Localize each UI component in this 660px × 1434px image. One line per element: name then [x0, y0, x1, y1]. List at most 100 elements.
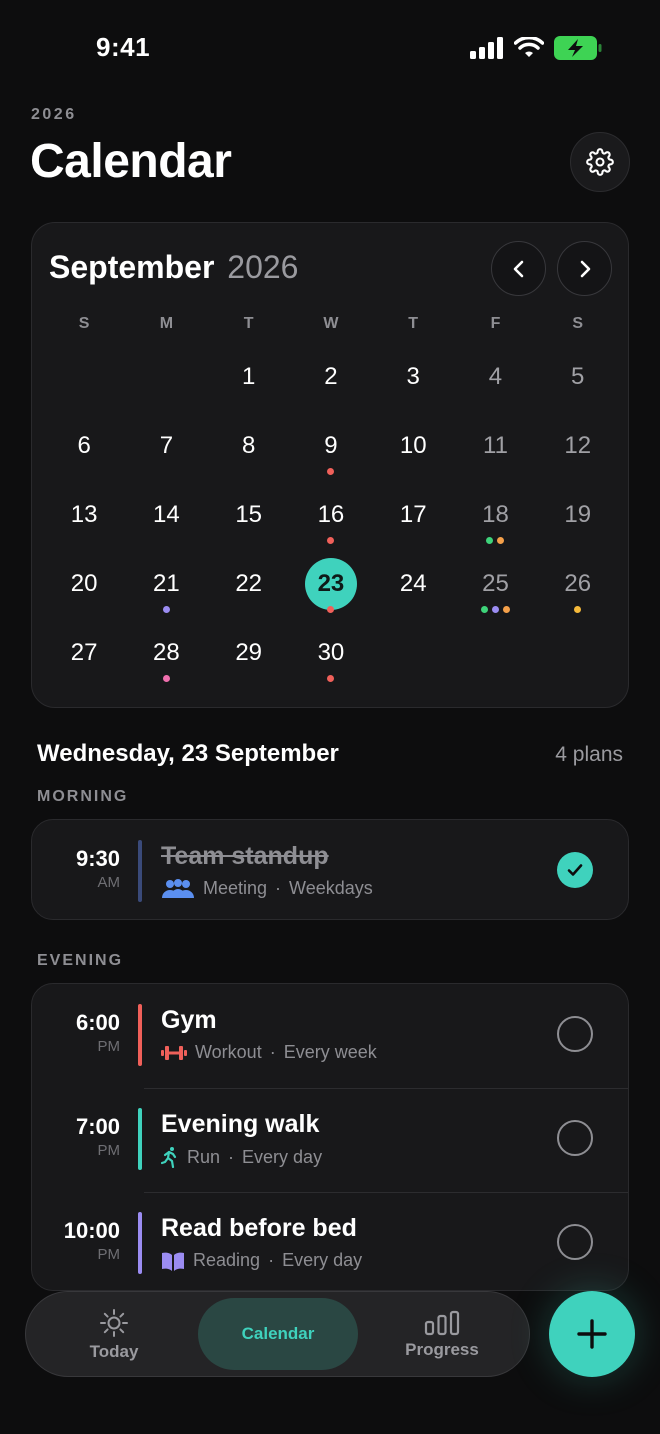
day-cell[interactable]: 30 [290, 620, 372, 689]
day-cell[interactable]: 17 [372, 482, 454, 551]
plan-row[interactable]: 9:30 AM Team standup Meeting · Weekdays [32, 820, 628, 918]
day-cell[interactable]: 14 [125, 482, 207, 551]
day-number: 2 [324, 363, 338, 390]
event-dot [327, 468, 335, 475]
page-title: Calendar [30, 135, 232, 188]
plan-time-value: 9:30 [75, 846, 120, 871]
day-cell[interactable]: 21 [125, 551, 207, 620]
cellular-signal-icon [470, 37, 503, 59]
month-name: September [49, 249, 215, 285]
plan-category: Run [187, 1146, 221, 1167]
tab-calendar[interactable]: Calendar [198, 1298, 358, 1370]
plan-row[interactable]: 6:00 PM Gym Workout · Every week [32, 984, 628, 1088]
day-cell[interactable]: 5 [537, 344, 619, 413]
plan-time-ampm: PM [97, 1038, 121, 1055]
day-cell[interactable]: 11 [454, 413, 536, 482]
day-cell[interactable]: 18 [454, 482, 536, 551]
add-plan-button[interactable] [549, 1291, 635, 1377]
event-dot [491, 606, 499, 613]
book-icon [161, 1251, 185, 1271]
day-number: 7 [159, 432, 174, 459]
plan-repeat: Every day [282, 1250, 363, 1270]
plan-title: Read before bed [161, 1214, 357, 1242]
event-dot [497, 537, 505, 544]
day-number: 29 [235, 639, 263, 666]
day-cell[interactable]: 12 [537, 413, 619, 482]
plan-complete-toggle[interactable] [557, 1120, 593, 1156]
bar-chart-icon [424, 1310, 460, 1336]
day-number: 1 [241, 363, 256, 390]
day-number: 6 [77, 432, 91, 459]
plan-time-ampm: AM [97, 874, 121, 891]
day-number: 21 [153, 570, 180, 597]
plan-row[interactable]: 7:00 PM Evening walk Run · Every day [32, 1088, 628, 1192]
weekday-header: SMTWTFS [43, 315, 619, 333]
plan-time: 10:00 PM [32, 1218, 120, 1263]
tab-today[interactable]: Today [66, 1292, 162, 1378]
plan-complete-toggle[interactable] [557, 852, 593, 888]
previous-month-button[interactable] [491, 241, 546, 296]
day-cell[interactable]: 2 [290, 344, 372, 413]
day-number: 18 [482, 501, 509, 528]
event-dots [454, 537, 536, 544]
plan-meta: Run · Every day [161, 1146, 322, 1168]
day-cell[interactable]: 20 [43, 551, 125, 620]
day-cell[interactable]: 7 [125, 413, 207, 482]
tab-bar: Today Calendar Progress [25, 1291, 530, 1377]
selected-day-cell[interactable]: 23 [290, 551, 372, 620]
day-cell[interactable]: 24 [372, 551, 454, 620]
selected-day-heading: Wednesday, 23 September [37, 740, 339, 767]
day-cell[interactable]: 29 [208, 620, 290, 689]
tab-today-label: Today [89, 1342, 139, 1361]
days-grid: 1 2 3 4 5 6 7 8 9 10 11 12 13 14 15 16 17 18 19 20 21 22 23 24 2… [43, 344, 619, 689]
tab-progress-label: Progress [405, 1340, 479, 1359]
day-cell[interactable]: 28 [125, 620, 207, 689]
plan-complete-toggle[interactable] [557, 1224, 593, 1260]
settings-button[interactable] [570, 132, 630, 192]
event-dots [454, 606, 536, 613]
event-dot [574, 606, 582, 613]
day-cell[interactable]: 1 [208, 344, 290, 413]
plan-meta: Meeting · Weekdays [161, 878, 373, 899]
plan-title: Gym [161, 1006, 217, 1034]
day-number: 14 [153, 501, 180, 528]
day-cell[interactable]: 3 [372, 344, 454, 413]
event-dots [290, 468, 372, 475]
event-dot [486, 537, 494, 544]
day-number: 19 [564, 501, 592, 528]
day-number: 25 [482, 570, 509, 597]
event-dots [125, 675, 207, 682]
empty-day-cell [43, 344, 125, 413]
plan-title: Team standup [161, 842, 329, 870]
day-cell[interactable]: 16 [290, 482, 372, 551]
day-cell[interactable]: 13 [43, 482, 125, 551]
day-cell[interactable]: 10 [372, 413, 454, 482]
day-cell[interactable]: 26 [537, 551, 619, 620]
day-cell[interactable]: 9 [290, 413, 372, 482]
day-cell[interactable]: 22 [208, 551, 290, 620]
day-cell[interactable]: 25 [454, 551, 536, 620]
next-month-button[interactable] [557, 241, 612, 296]
day-cell[interactable]: 15 [208, 482, 290, 551]
day-cell[interactable]: 27 [43, 620, 125, 689]
day-cell[interactable]: 4 [454, 344, 536, 413]
meta-separator: · [275, 878, 282, 898]
plan-time-ampm: PM [97, 1142, 121, 1159]
chevron-left-icon [513, 260, 523, 277]
event-dots [290, 606, 372, 613]
day-cell[interactable]: 19 [537, 482, 619, 551]
morning-plans: 9:30 AM Team standup Meeting · Weekdays [31, 819, 629, 920]
weekday-label: T [243, 315, 254, 332]
plan-time-value: 7:00 [75, 1114, 120, 1139]
dumbbell-icon [161, 1044, 187, 1062]
battery-charging-icon [554, 36, 602, 60]
plan-complete-toggle[interactable] [557, 1016, 593, 1052]
plan-accent-bar [138, 1212, 142, 1274]
plan-row[interactable]: 10:00 PM Read before bed Reading · Every day [32, 1192, 628, 1290]
day-cell[interactable]: 6 [43, 413, 125, 482]
event-dots [125, 606, 207, 613]
evening-plans: 6:00 PM Gym Workout · Every week 7:00 PM Evening… [31, 983, 629, 1291]
weekday-label: F [490, 315, 501, 332]
tab-progress[interactable]: Progress [390, 1292, 494, 1378]
day-cell[interactable]: 8 [208, 413, 290, 482]
